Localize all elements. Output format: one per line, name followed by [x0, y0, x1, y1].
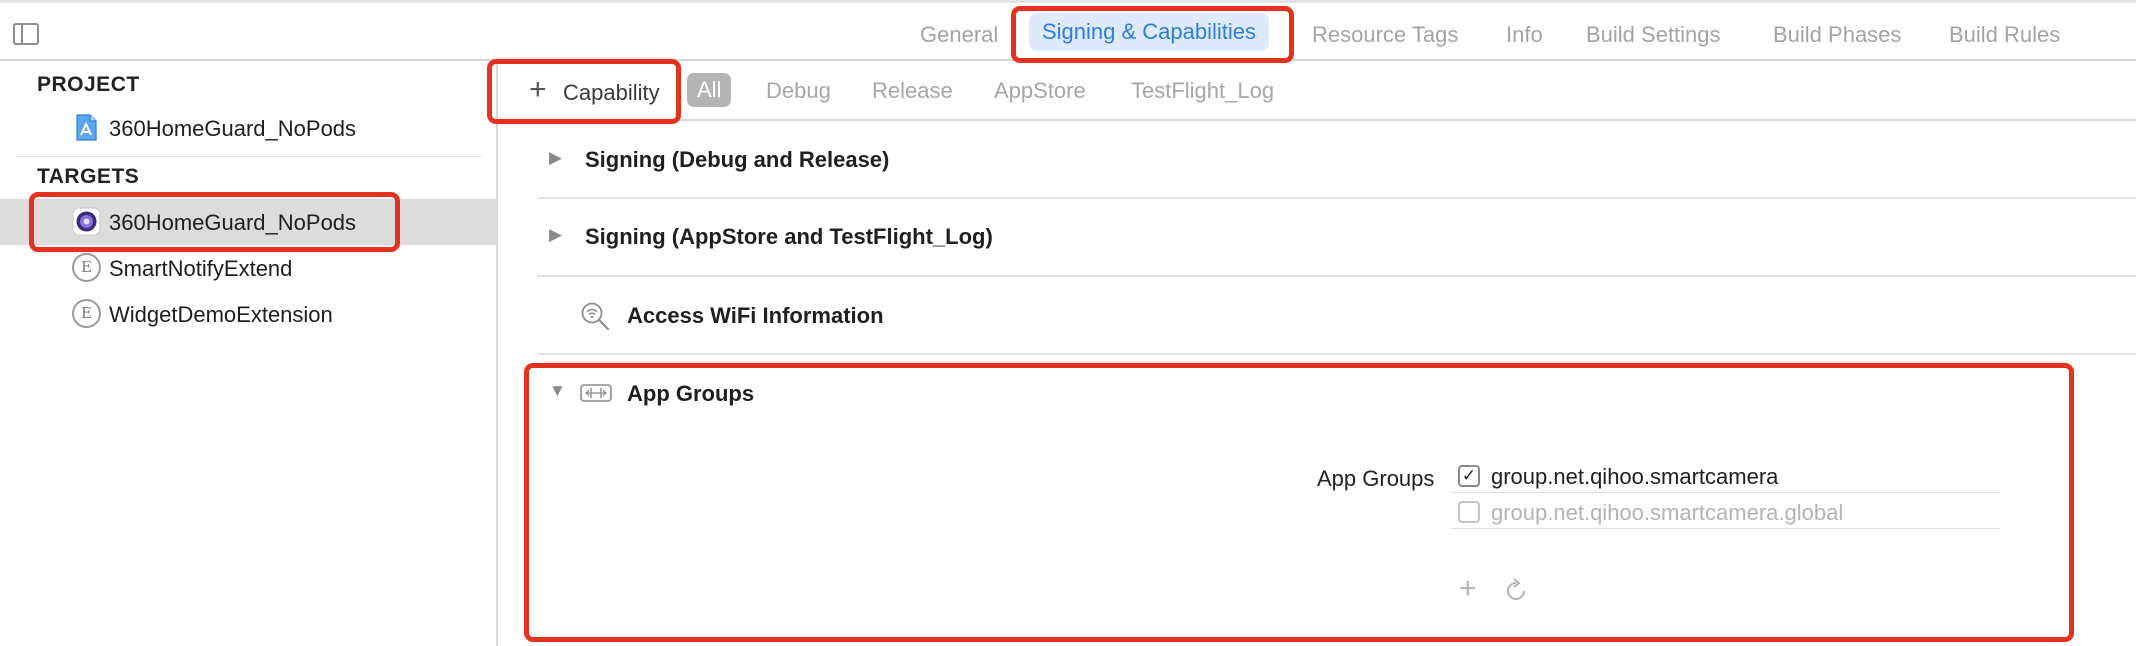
- editor-tab-bar: General Signing & Capabilities Resource …: [0, 3, 2136, 61]
- project-section-heading: PROJECT: [37, 73, 140, 96]
- disclosure-triangle-right-icon[interactable]: ▶: [549, 225, 562, 245]
- filter-appstore[interactable]: AppStore: [994, 78, 1086, 104]
- sidebar-item-target-widget[interactable]: E WidgetDemoExtension: [0, 291, 496, 337]
- targets-section-heading: TARGETS: [37, 165, 140, 188]
- app-groups-field-label: App Groups: [1317, 466, 1435, 491]
- app-group-id: group.net.qihoo.smartcamera: [1491, 464, 1779, 489]
- app-group-divider: [1451, 528, 2000, 529]
- wifi-search-icon: [581, 302, 610, 331]
- filter-all[interactable]: All: [687, 73, 732, 107]
- app-group-checkbox-unchecked[interactable]: [1458, 501, 1480, 523]
- tab-build-settings[interactable]: Build Settings: [1586, 22, 1721, 48]
- sidebar-toggle-icon[interactable]: [13, 23, 39, 45]
- capability-title: Access WiFi Information: [627, 303, 884, 328]
- sidebar-item-label: WidgetDemoExtension: [109, 302, 333, 327]
- capability-row-signing-appstore[interactable]: ▶ Signing (AppStore and TestFlight_Log): [537, 199, 2136, 277]
- capability-title: Signing (AppStore and TestFlight_Log): [585, 224, 993, 249]
- plus-icon: +: [529, 73, 547, 106]
- plus-icon[interactable]: +: [1459, 574, 1477, 604]
- tab-general[interactable]: General: [920, 22, 998, 48]
- filter-debug[interactable]: Debug: [766, 78, 831, 104]
- disclosure-triangle-down-icon[interactable]: ▼: [549, 381, 566, 401]
- sidebar-item-label: 360HomeGuard_NoPods: [109, 210, 357, 235]
- app-group-divider: [1451, 492, 2000, 493]
- filter-testflight-log[interactable]: TestFlight_Log: [1131, 78, 1274, 104]
- project-file-icon: [76, 114, 97, 141]
- capability-filter-bar: + Capability All Debug Release AppStore …: [500, 61, 2136, 121]
- sidebar-item-label: 360HomeGuard_NoPods: [109, 116, 357, 141]
- extension-icon: E: [72, 299, 101, 328]
- tab-resource-tags[interactable]: Resource Tags: [1312, 22, 1458, 48]
- sidebar-divider: [16, 156, 481, 157]
- refresh-icon[interactable]: [1502, 577, 1530, 605]
- tab-build-rules[interactable]: Build Rules: [1949, 22, 2060, 48]
- sidebar-item-target-app[interactable]: 360HomeGuard_NoPods: [0, 199, 496, 245]
- app-group-checkbox-checked[interactable]: ✓: [1458, 465, 1480, 487]
- app-target-icon: [72, 207, 101, 236]
- tab-signing-capabilities[interactable]: Signing & Capabilities: [1029, 13, 1270, 51]
- tab-build-phases[interactable]: Build Phases: [1773, 22, 1901, 48]
- app-groups-icon: [580, 384, 612, 402]
- add-capability-label: Capability: [563, 80, 660, 105]
- sidebar-item-label: SmartNotifyExtend: [109, 256, 293, 281]
- filter-release[interactable]: Release: [872, 78, 953, 104]
- project-navigator-sidebar: PROJECT 360HomeGuard_NoPods TARGETS 360H…: [0, 61, 498, 646]
- disclosure-triangle-right-icon[interactable]: ▶: [549, 148, 562, 168]
- sidebar-item-target-smartnotify[interactable]: E SmartNotifyExtend: [0, 245, 496, 291]
- capability-row-access-wifi[interactable]: Access WiFi Information: [537, 277, 2136, 355]
- extension-icon: E: [72, 253, 101, 282]
- capability-title: Signing (Debug and Release): [585, 147, 890, 172]
- add-capability-button[interactable]: + Capability: [513, 71, 671, 111]
- sidebar-item-project[interactable]: 360HomeGuard_NoPods: [0, 105, 496, 151]
- capability-row-app-groups: ▼ App Groups App Groups ✓ group.net.qiho…: [537, 355, 2136, 646]
- capability-row-signing-debug-release[interactable]: ▶ Signing (Debug and Release): [537, 121, 2136, 199]
- app-group-id: group.net.qihoo.smartcamera.global: [1491, 500, 1844, 525]
- tab-info[interactable]: Info: [1506, 22, 1543, 48]
- capability-title: App Groups: [627, 381, 755, 406]
